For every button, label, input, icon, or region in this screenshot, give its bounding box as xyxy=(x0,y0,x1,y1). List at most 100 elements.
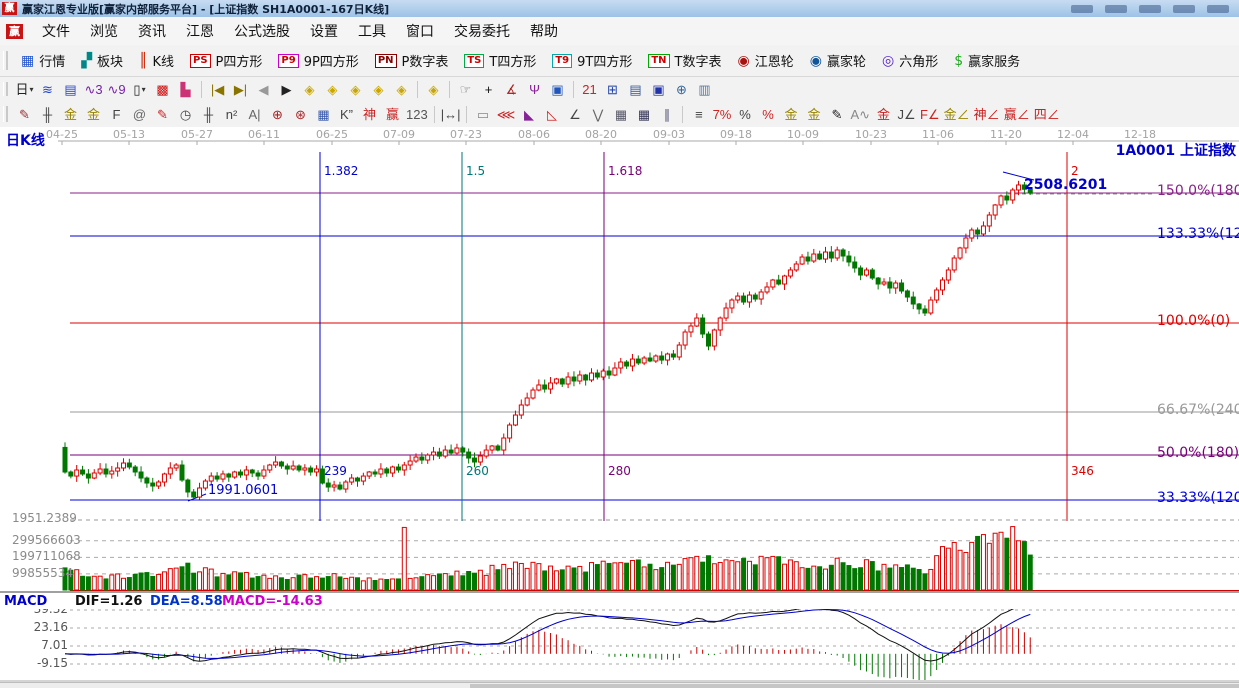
scale-list-icon[interactable]: ≡ xyxy=(687,104,710,124)
k-quote-icon[interactable]: K” xyxy=(335,104,358,124)
winner-service-button[interactable]: $ 赢家服务 xyxy=(946,48,1028,74)
calendar-icon[interactable]: 21 xyxy=(578,79,601,99)
last-page-icon[interactable]: ▶| xyxy=(229,79,252,99)
quotes-button[interactable]: ▦ 行情 xyxy=(13,48,73,74)
fan-lines-icon[interactable]: ⋘ xyxy=(494,104,517,124)
diamond-all-icon[interactable]: ◈ xyxy=(390,79,413,99)
t9-square-button[interactable]: T9 9T四方形 xyxy=(544,48,640,74)
period-selector[interactable]: 日 ▾ xyxy=(13,79,36,99)
web-copy-icon[interactable]: ⊕ xyxy=(670,79,693,99)
gold-circle-icon[interactable]: 金 xyxy=(779,104,802,124)
diamond-right-icon[interactable]: ◈ xyxy=(321,79,344,99)
titlebar-item[interactable] xyxy=(1207,5,1229,13)
dark-grid-icon[interactable]: ▦ xyxy=(609,104,632,124)
menu-item-8[interactable]: 窗口 xyxy=(396,21,444,41)
fan-triangle-icon[interactable]: ◣ xyxy=(517,104,540,124)
pattern-icon[interactable]: ▩ xyxy=(151,79,174,99)
f-angle-icon[interactable]: F∠ xyxy=(918,104,942,124)
notepad-icon[interactable]: ▤ xyxy=(624,79,647,99)
calculator-icon[interactable]: ⊞ xyxy=(601,79,624,99)
compass-pen-icon[interactable]: ✎ xyxy=(13,104,36,124)
percent-icon[interactable]: % xyxy=(733,104,756,124)
wave-9-icon[interactable]: ∿9 xyxy=(105,79,128,99)
zigzag-wave-icon[interactable]: ⋁ xyxy=(586,104,609,124)
prev-bar-icon[interactable]: ◀ xyxy=(252,79,275,99)
kline-button[interactable]: ║ K线 xyxy=(131,48,182,74)
save-icon[interactable]: ▣ xyxy=(647,79,670,99)
percent-retrace-icon[interactable]: % xyxy=(756,104,779,124)
titlebar-item[interactable] xyxy=(1071,5,1093,13)
hexagon-button[interactable]: ◎ 六角形 xyxy=(874,48,946,74)
p-number-button[interactable]: PN P数字表 xyxy=(367,48,457,74)
zigzag-icon[interactable]: ≋ xyxy=(36,79,59,99)
diamond-compress-icon[interactable]: ◈ xyxy=(367,79,390,99)
pc-export-icon[interactable]: ▥ xyxy=(693,79,716,99)
diamond-expand-icon[interactable]: ◈ xyxy=(344,79,367,99)
menu-item-5[interactable]: 公式选股 xyxy=(224,21,300,41)
t-number-button[interactable]: TN T数字表 xyxy=(640,48,729,74)
percent-line-icon[interactable]: 7% xyxy=(710,104,733,124)
shen-tool-icon[interactable]: 神 xyxy=(358,104,381,124)
angle-lines-icon[interactable]: ∠ xyxy=(563,104,586,124)
map-region-icon[interactable]: ▣ xyxy=(546,79,569,99)
gann-fence-icon[interactable]: ╫ xyxy=(36,104,59,124)
gold-angle-icon[interactable]: 金∠ xyxy=(942,104,972,124)
n-square-icon[interactable]: n² xyxy=(220,104,243,124)
winner-wheel-button[interactable]: ◉ 赢家轮 xyxy=(802,48,874,74)
p-square-button[interactable]: PS P四方形 xyxy=(182,48,270,74)
f-square-icon[interactable]: F xyxy=(105,104,128,124)
red-brush-icon[interactable]: ✎ xyxy=(151,104,174,124)
shen-angle-icon[interactable]: 神∠ xyxy=(972,104,1002,124)
angle-measure-icon[interactable]: ∡ xyxy=(500,79,523,99)
first-page-icon[interactable]: |◀ xyxy=(206,79,229,99)
grid-arrow-icon[interactable]: ▦ xyxy=(632,104,655,124)
titlebar-item[interactable] xyxy=(1173,5,1195,13)
menu-item-7[interactable]: 工具 xyxy=(348,21,396,41)
menu-item-9[interactable]: 交易委托 xyxy=(444,21,520,41)
next-bar-icon[interactable]: ▶ xyxy=(275,79,298,99)
hand-tool-icon[interactable]: ☞ xyxy=(454,79,477,99)
price-fence-icon[interactable]: ╫ xyxy=(197,104,220,124)
width-measure-icon[interactable]: |↔| xyxy=(439,104,463,124)
a-channel-icon[interactable]: A| xyxy=(243,104,266,124)
circle-cross-icon[interactable]: ⊕ xyxy=(266,104,289,124)
gold-line-icon[interactable]: 金 xyxy=(802,104,825,124)
parallel-lines-icon[interactable]: ∥ xyxy=(655,104,678,124)
ying-tool-icon[interactable]: 赢 xyxy=(381,104,404,124)
titlebar-item[interactable] xyxy=(1139,5,1161,13)
t-square-button[interactable]: TS T四方形 xyxy=(456,48,544,74)
spiral-icon[interactable]: @ xyxy=(128,104,151,124)
menu-item-6[interactable]: 设置 xyxy=(300,21,348,41)
diamond-center-icon[interactable]: ◈ xyxy=(422,79,445,99)
horizontal-scrollbar[interactable] xyxy=(0,682,1239,688)
diamond-left-icon[interactable]: ◈ xyxy=(298,79,321,99)
ink-pen-icon[interactable]: ✎ xyxy=(825,104,848,124)
grid-box-icon[interactable]: ▦ xyxy=(312,104,335,124)
fan-triangle-2-icon[interactable]: ◺ xyxy=(540,104,563,124)
sectors-button[interactable]: ▞ 板块 xyxy=(73,48,131,74)
ruler-123-icon[interactable]: 123 xyxy=(404,104,430,124)
wave-3-icon[interactable]: ∿3 xyxy=(82,79,105,99)
menu-item-10[interactable]: 帮助 xyxy=(520,21,568,41)
star-wheel-icon[interactable]: ⊛ xyxy=(289,104,312,124)
crosshair-tool-icon[interactable]: + xyxy=(477,79,500,99)
info-note-icon[interactable]: ▤ xyxy=(59,79,82,99)
gann-wheel-button[interactable]: ◉ 江恩轮 xyxy=(730,48,802,74)
ying-angle-icon[interactable]: 赢∠ xyxy=(1002,104,1032,124)
scrollbar-thumb[interactable] xyxy=(470,684,1239,688)
gold-grid-2-icon[interactable]: 金 xyxy=(82,104,105,124)
gann-shape-icon[interactable]: Ψ xyxy=(523,79,546,99)
chart-area[interactable]: 日K线 1A0001 上证指数 04-25 05-13 05-27 06-11 06-2… xyxy=(0,127,1239,682)
time-circle-icon[interactable]: ◷ xyxy=(174,104,197,124)
candle-style-selector[interactable]: ▯ ▾ xyxy=(128,79,151,99)
titlebar-item[interactable] xyxy=(1105,5,1127,13)
menu-item-1[interactable]: 文件 xyxy=(32,21,80,41)
si-angle-icon[interactable]: 四∠ xyxy=(1032,104,1062,124)
color-histogram-icon[interactable]: ▙ xyxy=(174,79,197,99)
j-angle-icon[interactable]: J∠ xyxy=(895,104,918,124)
menu-item-3[interactable]: 资讯 xyxy=(128,21,176,41)
a-wave-icon[interactable]: A∿ xyxy=(848,104,872,124)
menu-item-4[interactable]: 江恩 xyxy=(176,21,224,41)
gold-box-icon[interactable]: 金 xyxy=(872,104,895,124)
gold-grid-icon[interactable]: 金 xyxy=(59,104,82,124)
